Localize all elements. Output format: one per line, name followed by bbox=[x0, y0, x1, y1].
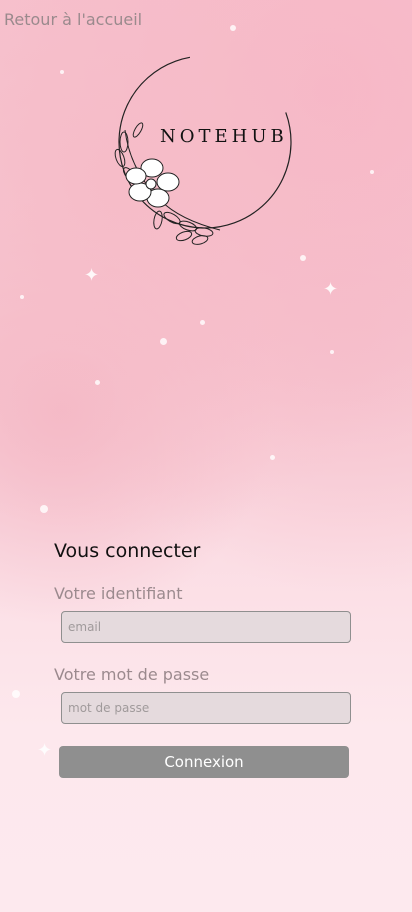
login-button[interactable]: Connexion bbox=[59, 746, 349, 778]
sparkle-decoration bbox=[200, 320, 205, 325]
sparkle-decoration bbox=[95, 380, 100, 385]
sparkle-decoration bbox=[300, 255, 306, 261]
sparkle-decoration bbox=[60, 70, 64, 74]
login-title: Vous connecter bbox=[54, 540, 201, 562]
back-home-link[interactable]: Retour à l'accueil bbox=[4, 10, 142, 29]
sparkle-decoration bbox=[20, 295, 24, 299]
sparkle-decoration bbox=[330, 350, 334, 354]
sparkle-decoration bbox=[370, 170, 374, 174]
password-field[interactable] bbox=[61, 692, 351, 724]
notehub-logo: NOTEHUB bbox=[100, 50, 310, 250]
email-field[interactable] bbox=[61, 611, 351, 643]
sparkle-decoration bbox=[160, 338, 167, 345]
sparkle-decoration bbox=[270, 455, 275, 460]
sparkle-decoration bbox=[12, 690, 20, 698]
login-form: Vous connecter Votre identifiant Votre m… bbox=[54, 540, 354, 778]
star-decoration: ✦ bbox=[37, 740, 53, 761]
sparkle-decoration bbox=[40, 505, 48, 513]
identifier-label: Votre identifiant bbox=[54, 584, 183, 603]
brand-name: NOTEHUB bbox=[160, 126, 288, 147]
flower-wreath-icon bbox=[114, 55, 292, 245]
password-label: Votre mot de passe bbox=[54, 665, 210, 684]
star-decoration: ✦ bbox=[323, 279, 339, 300]
star-decoration: ✦ bbox=[84, 265, 100, 286]
sparkle-decoration bbox=[230, 25, 236, 31]
